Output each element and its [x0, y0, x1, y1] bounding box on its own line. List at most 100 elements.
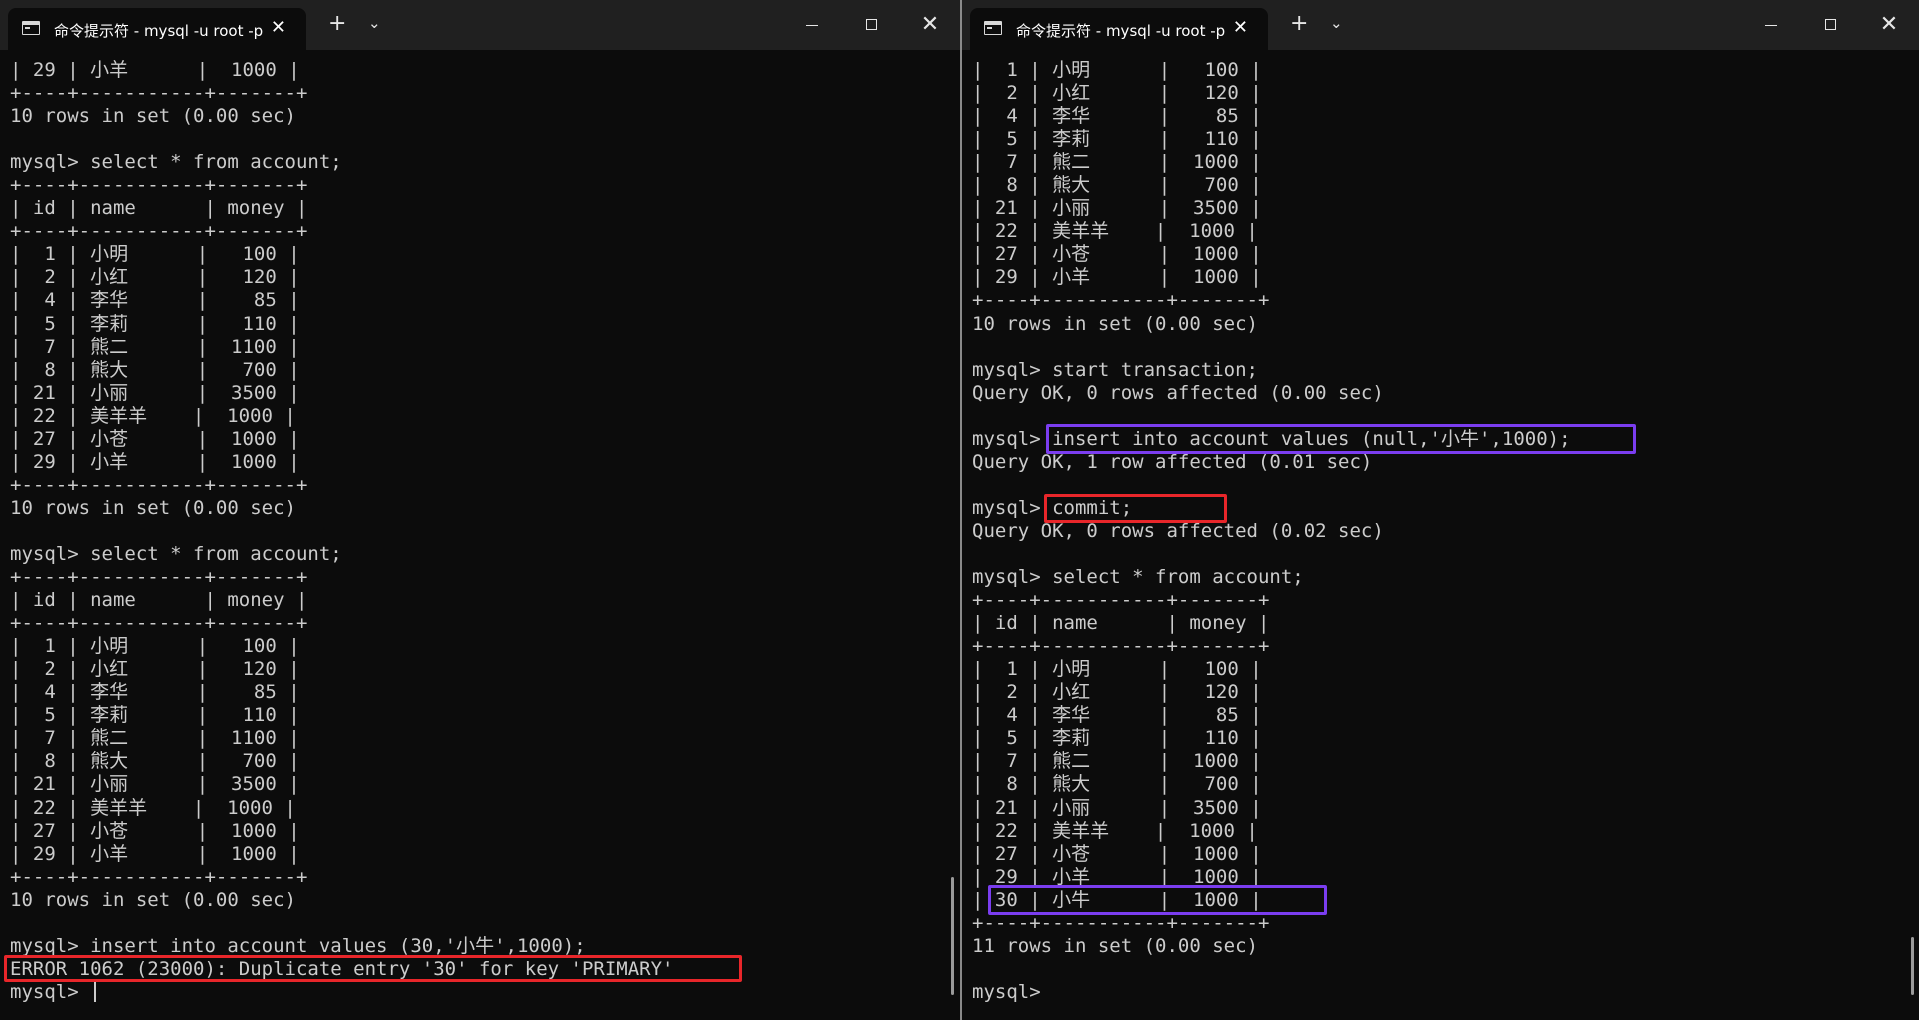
- scrollbar-thumb[interactable]: [951, 877, 954, 995]
- title-bar[interactable]: 命令提示符 - mysql -u root -p ✕ + ⌄ ✕: [962, 0, 1919, 50]
- terminal-line: mysql> select * from account;: [10, 151, 342, 174]
- tab-dropdown-chevron-down-icon[interactable]: ⌄: [1330, 14, 1343, 32]
- terminal-line: | 2 | 小红 | 120 |: [972, 82, 1262, 105]
- terminal-line: | 4 | 李华 | 85 |: [972, 704, 1262, 727]
- terminal-line: +----+-----------+-------+: [972, 635, 1270, 658]
- title-bar[interactable]: 命令提示符 - mysql -u root -p ✕ + ⌄ ✕: [0, 0, 960, 50]
- new-tab-plus-icon[interactable]: +: [328, 11, 346, 36]
- terminal-line: | 4 | 李华 | 85 |: [10, 289, 300, 312]
- terminal-line: | 8 | 熊大 | 700 |: [972, 174, 1262, 197]
- terminal-line: +----+-----------+-------+: [972, 289, 1270, 312]
- terminal-line: | 29 | 小羊 | 1000 |: [10, 59, 300, 81]
- terminal-line: +----+-----------+-------+: [10, 220, 308, 243]
- minimize-icon[interactable]: [1748, 8, 1794, 42]
- minimize-icon[interactable]: [789, 8, 835, 42]
- close-tab-icon[interactable]: ✕: [271, 17, 286, 38]
- terminal-line: | 29 | 小羊 | 1000 |: [10, 842, 300, 865]
- terminal-line: | 21 | 小丽 | 3500 |: [972, 197, 1262, 220]
- commit-highlight-box: [1044, 494, 1227, 523]
- terminal-icon: [984, 21, 1002, 35]
- close-window-icon[interactable]: ✕: [907, 8, 953, 42]
- close-tab-icon[interactable]: ✕: [1233, 17, 1248, 38]
- terminal-window-left[interactable]: 命令提示符 - mysql -u root -p ✕ + ⌄ ✕ | 29 | …: [0, 0, 960, 1020]
- terminal-line: | 1 | 小明 | 100 |: [10, 243, 300, 266]
- terminal-line: | 2 | 小红 | 120 |: [972, 681, 1262, 704]
- terminal-line: 10 rows in set (0.00 sec): [10, 496, 296, 519]
- terminal-line: +----+-----------+-------+: [10, 473, 308, 496]
- terminal-line: | 22 | 美羊羊 | 1000 |: [10, 404, 296, 427]
- terminal-line: | 7 | 熊二 | 1100 |: [10, 727, 300, 750]
- terminal-line: +----+-----------+-------+: [10, 174, 308, 197]
- terminal-line: | 1 | 小明 | 100 |: [972, 658, 1262, 681]
- close-window-icon[interactable]: ✕: [1866, 8, 1912, 42]
- terminal-line: | 27 | 小苍 | 1000 |: [972, 842, 1262, 865]
- terminal-line: 10 rows in set (0.00 sec): [10, 105, 296, 128]
- terminal-line: | id | name | money |: [10, 589, 308, 612]
- terminal-line: | 27 | 小苍 | 1000 |: [972, 243, 1262, 266]
- terminal-line: mysql> start transaction;: [972, 358, 1258, 381]
- terminal-output[interactable]: | 1 | 小明 | 100 | | 2 | 小红 | 120 | | 4 | 李华…: [972, 59, 1571, 1004]
- terminal-line: +----+-----------+-------+: [10, 865, 308, 888]
- terminal-line: | 1 | 小明 | 100 |: [972, 59, 1262, 81]
- terminal-line: | 7 | 熊二 | 1000 |: [972, 750, 1262, 773]
- new-tab-plus-icon[interactable]: +: [1290, 11, 1308, 36]
- terminal-line: | id | name | money |: [972, 612, 1270, 635]
- terminal-window-right[interactable]: 命令提示符 - mysql -u root -p ✕ + ⌄ ✕ | 1 | 小…: [962, 0, 1919, 1020]
- terminal-line: | 21 | 小丽 | 3500 |: [10, 381, 300, 404]
- terminal-line: | 7 | 熊二 | 1100 |: [10, 335, 300, 358]
- terminal-line: 10 rows in set (0.00 sec): [10, 888, 296, 911]
- tab-dropdown-chevron-down-icon[interactable]: ⌄: [368, 14, 381, 32]
- terminal-line: | 21 | 小丽 | 3500 |: [972, 796, 1262, 819]
- terminal-line: | 8 | 熊大 | 700 |: [10, 358, 300, 381]
- terminal-line: | 29 | 小羊 | 1000 |: [972, 266, 1262, 289]
- terminal-line: 11 rows in set (0.00 sec): [972, 934, 1258, 957]
- terminal-tab[interactable]: 命令提示符 - mysql -u root -p ✕: [8, 8, 306, 50]
- terminal-line: mysql>: [972, 980, 1053, 1003]
- terminal-line: +----+-----------+-------+: [10, 612, 308, 635]
- terminal-line: +----+-----------+-------+: [972, 911, 1270, 934]
- terminal-line: +----+-----------+-------+: [10, 82, 308, 105]
- terminal-line: Query OK, 0 rows affected (0.00 sec): [972, 381, 1384, 404]
- terminal-line: | 1 | 小明 | 100 |: [10, 635, 300, 658]
- terminal-line: mysql> select * from account;: [972, 566, 1304, 589]
- terminal-line: | 2 | 小红 | 120 |: [10, 658, 300, 681]
- terminal-line: | id | name | money |: [10, 197, 308, 220]
- terminal-line: mysql> select * from account;: [10, 542, 342, 565]
- tab-title: 命令提示符 - mysql -u root -p: [1016, 22, 1226, 40]
- terminal-line: | 8 | 熊大 | 700 |: [10, 750, 300, 773]
- insert-highlight-box: [1046, 424, 1636, 454]
- scrollbar-thumb[interactable]: [1911, 937, 1914, 995]
- terminal-line: | 7 | 熊二 | 1000 |: [972, 151, 1262, 174]
- terminal-output[interactable]: | 29 | 小羊 | 1000 | +----+-----------+----…: [10, 59, 673, 1004]
- terminal-line: | 5 | 李莉 | 110 |: [972, 727, 1262, 750]
- error-highlight-box: [4, 955, 742, 982]
- terminal-line: | 21 | 小丽 | 3500 |: [10, 773, 300, 796]
- terminal-line: | 4 | 李华 | 85 |: [10, 681, 300, 704]
- text-cursor: [94, 981, 97, 1002]
- terminal-line: | 27 | 小苍 | 1000 |: [10, 819, 300, 842]
- terminal-line: mysql>: [10, 981, 673, 1004]
- terminal-line: +----+-----------+-------+: [972, 589, 1270, 612]
- terminal-line: | 5 | 李莉 | 110 |: [10, 704, 300, 727]
- terminal-line: 10 rows in set (0.00 sec): [972, 312, 1258, 335]
- terminal-line: | 2 | 小红 | 120 |: [10, 266, 300, 289]
- terminal-line: | 5 | 李莉 | 110 |: [10, 312, 300, 335]
- terminal-line: | 4 | 李华 | 85 |: [972, 105, 1262, 128]
- terminal-icon: [22, 21, 40, 35]
- terminal-line: Query OK, 0 rows affected (0.02 sec): [972, 519, 1384, 542]
- terminal-line: | 22 | 美羊羊 | 1000 |: [972, 220, 1258, 243]
- maximize-icon[interactable]: [849, 8, 895, 42]
- maximize-icon[interactable]: [1808, 8, 1854, 42]
- terminal-tab[interactable]: 命令提示符 - mysql -u root -p ✕: [970, 8, 1268, 50]
- terminal-line: Query OK, 1 row affected (0.01 sec): [972, 450, 1373, 473]
- new-row-highlight-box: [988, 885, 1327, 915]
- terminal-line: | 27 | 小苍 | 1000 |: [10, 427, 300, 450]
- terminal-line: | 22 | 美羊羊 | 1000 |: [10, 796, 296, 819]
- terminal-line: | 5 | 李莉 | 110 |: [972, 128, 1262, 151]
- tab-title: 命令提示符 - mysql -u root -p: [54, 22, 264, 40]
